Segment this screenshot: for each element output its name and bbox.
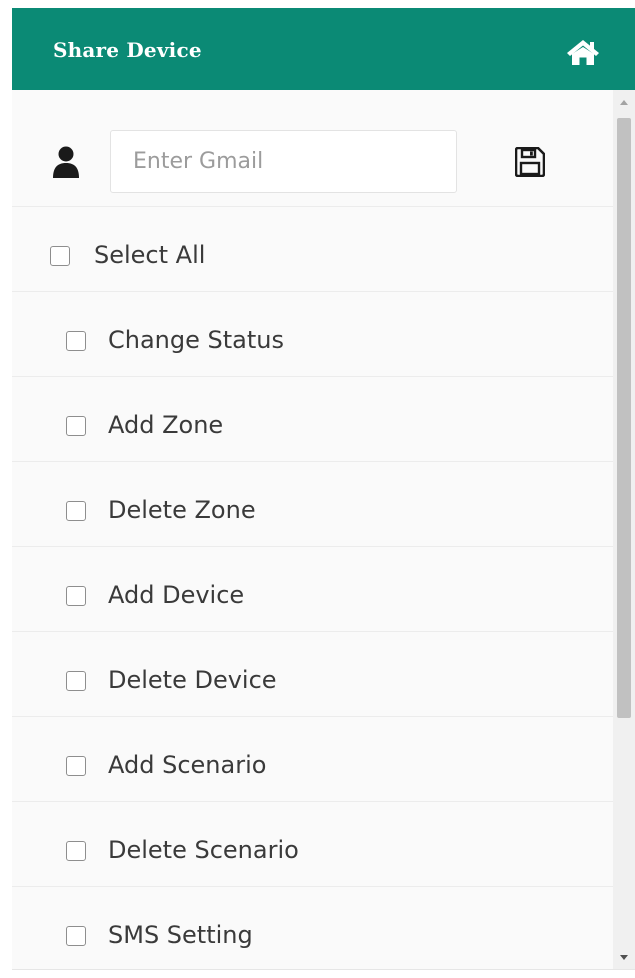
permission-checkbox[interactable] [66, 841, 86, 861]
email-row [12, 90, 613, 207]
share-device-panel: Share Device Select All [12, 8, 635, 970]
permission-checkbox[interactable] [66, 586, 86, 606]
floppy-disk-icon[interactable] [515, 147, 545, 177]
scrollbar[interactable] [613, 90, 635, 969]
permission-row-add-device[interactable]: Add Device [12, 547, 613, 632]
email-input[interactable] [110, 130, 457, 193]
scrollbar-thumb[interactable] [617, 118, 631, 718]
permission-row-add-zone[interactable]: Add Zone [12, 377, 613, 462]
permission-checkbox[interactable] [66, 501, 86, 521]
permission-label: Delete Scenario [108, 836, 299, 864]
share-content: Select All Change Status Add Zone Delete… [12, 90, 613, 969]
permission-label: Change Status [108, 326, 284, 354]
permission-checkbox[interactable] [66, 926, 86, 946]
permission-row-add-scenario[interactable]: Add Scenario [12, 717, 613, 802]
permission-label: Add Zone [108, 411, 224, 439]
select-all-checkbox[interactable] [50, 246, 70, 266]
header-bar: Share Device [12, 8, 635, 90]
page-title: Share Device [53, 38, 202, 62]
select-all-row[interactable]: Select All [12, 207, 613, 292]
permission-checkbox[interactable] [66, 756, 86, 776]
scroll-up-arrow-icon[interactable] [620, 100, 628, 105]
permission-row-delete-zone[interactable]: Delete Zone [12, 462, 613, 547]
permission-label: Add Device [108, 581, 245, 609]
home-icon[interactable] [566, 38, 600, 66]
permission-label: Add Scenario [108, 751, 267, 779]
permission-label: Delete Zone [108, 496, 256, 524]
permission-row-sms-setting[interactable]: SMS Setting [12, 887, 613, 969]
permission-label: SMS Setting [108, 921, 253, 949]
permission-row-change-status[interactable]: Change Status [12, 292, 613, 377]
permission-checkbox[interactable] [66, 331, 86, 351]
select-all-label: Select All [94, 241, 206, 269]
scroll-down-arrow-icon[interactable] [620, 955, 628, 960]
permission-checkbox[interactable] [66, 671, 86, 691]
user-icon [53, 146, 79, 178]
permission-row-delete-scenario[interactable]: Delete Scenario [12, 802, 613, 887]
permission-row-delete-device[interactable]: Delete Device [12, 632, 613, 717]
permission-checkbox[interactable] [66, 416, 86, 436]
permission-label: Delete Device [108, 666, 277, 694]
